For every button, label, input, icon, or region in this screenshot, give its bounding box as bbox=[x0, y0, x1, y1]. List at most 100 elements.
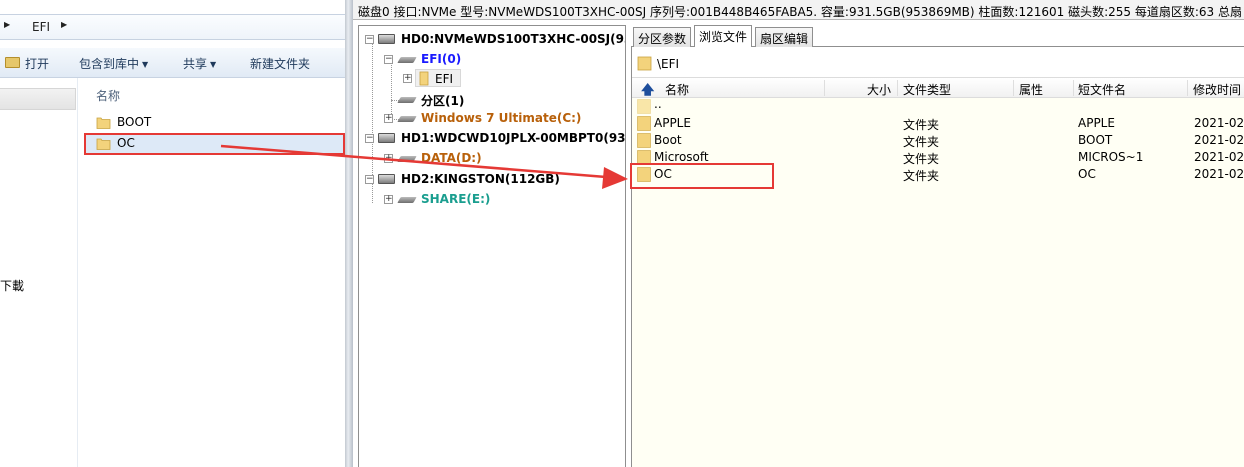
column-separator[interactable] bbox=[897, 80, 898, 96]
file-type: 文件夹 bbox=[903, 152, 940, 166]
file-type: 文件夹 bbox=[903, 118, 940, 132]
file-type: 文件夹 bbox=[903, 135, 940, 149]
path-text: \EFI bbox=[657, 57, 680, 71]
expand-icon[interactable]: + bbox=[403, 74, 412, 83]
new-folder-button[interactable]: 新建文件夹 bbox=[250, 55, 310, 72]
disk-info-bar: 磁盘0 接口:NVMe 型号:NVMeWDS100T3XHC-00SJ 序列号:… bbox=[353, 0, 1244, 20]
column-header-type[interactable]: 文件类型 bbox=[903, 81, 951, 98]
folder-icon bbox=[637, 56, 652, 71]
partition-icon bbox=[397, 197, 417, 203]
file-modified: 2021-02- bbox=[1194, 116, 1244, 130]
file-row-parent[interactable]: .. bbox=[632, 97, 1244, 115]
column-separator[interactable] bbox=[1073, 80, 1074, 96]
file-name: Boot bbox=[654, 133, 682, 147]
expand-icon[interactable]: + bbox=[384, 154, 393, 163]
collapse-icon[interactable]: − bbox=[365, 175, 374, 184]
file-short-name: BOOT bbox=[1078, 133, 1113, 147]
file-row-apple[interactable]: APPLE 文件夹 APPLE 2021-02- bbox=[632, 115, 1244, 132]
caret-down-icon: ▼ bbox=[210, 60, 217, 69]
file-name: .. bbox=[654, 97, 662, 111]
hard-disk-icon bbox=[378, 174, 395, 184]
current-path: \EFI bbox=[632, 51, 1244, 77]
caret-down-icon: ▼ bbox=[142, 60, 149, 69]
file-modified: 2021-02- bbox=[1194, 167, 1244, 181]
folder-icon bbox=[96, 138, 111, 150]
highlight-box-oc bbox=[630, 163, 774, 189]
folder-label: EFI bbox=[435, 72, 454, 86]
partition-icon bbox=[397, 97, 417, 103]
column-separator[interactable] bbox=[1187, 80, 1188, 96]
file-short-name: APPLE bbox=[1078, 116, 1115, 130]
column-header-name[interactable]: 名称 bbox=[96, 87, 120, 104]
file-short-name: MICROS~1 bbox=[1078, 150, 1144, 164]
file-row-boot[interactable]: Boot 文件夹 BOOT 2021-02- bbox=[632, 132, 1244, 149]
nav-item-downloads[interactable]: 下載 bbox=[0, 277, 24, 294]
file-explorer-window: ▶ EFI ▶ 打开 包含到库中 ▼ 共享 ▼ 新建文件夹 下載 名称 BOOT O… bbox=[0, 0, 345, 467]
file-name: OC bbox=[117, 136, 135, 150]
open-button[interactable]: 打开 bbox=[25, 55, 49, 72]
partition-icon bbox=[397, 116, 417, 122]
diskgenius-window: 磁盘0 接口:NVMe 型号:NVMeWDS100T3XHC-00SJ 序列号:… bbox=[353, 0, 1244, 467]
column-header-short-name[interactable]: 短文件名 bbox=[1078, 81, 1126, 98]
file-name: BOOT bbox=[117, 115, 152, 129]
chevron-right-icon[interactable]: ▶ bbox=[4, 20, 10, 29]
file-type: 文件夹 bbox=[903, 169, 940, 183]
disk-label: HD0:NVMeWDS100T3XHC-00SJ(932G bbox=[401, 32, 626, 46]
include-in-library-button[interactable]: 包含到库中 ▼ bbox=[79, 55, 148, 72]
column-header-modified[interactable]: 修改时间 bbox=[1193, 81, 1241, 98]
include-in-library-label: 包含到库中 bbox=[79, 57, 140, 71]
collapse-icon[interactable]: − bbox=[384, 55, 393, 64]
tab-strip: 分区参数 浏览文件 扇区编辑 bbox=[631, 25, 1244, 48]
partition-label: DATA(D:) bbox=[421, 151, 482, 165]
folder-icon bbox=[637, 116, 651, 131]
file-name: Microsoft bbox=[654, 150, 709, 164]
disk-label: HD1:WDCWD10JPLX-00MBPT0(932G bbox=[401, 131, 626, 145]
partition-label: Windows 7 Ultimate(C:) bbox=[421, 111, 582, 125]
tab-sector-edit[interactable]: 扇区编辑 bbox=[755, 27, 814, 47]
file-modified: 2021-02- bbox=[1194, 133, 1244, 147]
partition-label: EFI(0) bbox=[421, 52, 462, 66]
command-bar: 打开 包含到库中 ▼ 共享 ▼ 新建文件夹 bbox=[0, 48, 345, 78]
column-header-name[interactable]: 名称 bbox=[665, 81, 689, 98]
folder-open-icon bbox=[5, 57, 20, 68]
column-separator[interactable] bbox=[1013, 80, 1014, 96]
column-header-size[interactable]: 大小 bbox=[867, 81, 891, 98]
file-list-pane: \EFI 🡅 名称 大小 文件类型 属性 短文件名 修改时间 .. APPLE bbox=[631, 47, 1244, 467]
tab-partition-params[interactable]: 分区参数 bbox=[633, 27, 692, 47]
file-name: APPLE bbox=[654, 116, 691, 130]
navigation-pane[interactable]: 下載 bbox=[0, 78, 78, 467]
file-modified: 2021-02- bbox=[1194, 150, 1244, 164]
tab-browse-files[interactable]: 浏览文件 bbox=[694, 25, 753, 48]
folder-icon bbox=[419, 71, 429, 86]
file-short-name: OC bbox=[1078, 167, 1096, 181]
address-bar[interactable]: ▶ EFI ▶ bbox=[0, 14, 345, 40]
breadcrumb-efi[interactable]: EFI bbox=[32, 20, 50, 34]
expand-icon[interactable]: + bbox=[384, 114, 393, 123]
list-item-boot[interactable]: BOOT bbox=[84, 112, 345, 134]
partition-label: 分区(1) bbox=[421, 94, 465, 108]
window-divider bbox=[345, 0, 353, 467]
partition-label: SHARE(E:) bbox=[421, 192, 491, 206]
partition-icon bbox=[397, 57, 417, 63]
chevron-right-icon[interactable]: ▶ bbox=[61, 20, 67, 29]
expand-icon[interactable]: + bbox=[384, 195, 393, 204]
column-separator[interactable] bbox=[824, 80, 825, 96]
address-box[interactable] bbox=[0, 14, 345, 40]
column-header-attr[interactable]: 属性 bbox=[1019, 81, 1043, 98]
folder-icon bbox=[637, 99, 651, 114]
file-list-header: 🡅 名称 大小 文件类型 属性 短文件名 修改时间 bbox=[632, 77, 1244, 98]
hard-disk-icon bbox=[378, 133, 395, 143]
disk-label: HD2:KINGSTON(112GB) bbox=[401, 172, 560, 186]
hard-disk-icon bbox=[378, 34, 395, 44]
folder-icon bbox=[637, 133, 651, 148]
file-list-rows: .. APPLE 文件夹 APPLE 2021-02- Boot 文件夹 BOO… bbox=[632, 97, 1244, 467]
nav-selected-item[interactable] bbox=[0, 88, 76, 110]
list-item-oc[interactable]: OC bbox=[84, 133, 345, 155]
folder-icon bbox=[96, 117, 111, 129]
share-label: 共享 bbox=[183, 57, 208, 71]
share-button[interactable]: 共享 ▼ bbox=[183, 55, 216, 72]
collapse-icon[interactable]: − bbox=[365, 35, 374, 44]
collapse-icon[interactable]: − bbox=[365, 134, 374, 143]
tree-connector bbox=[391, 63, 392, 120]
disk-tree-pane[interactable]: − HD0:NVMeWDS100T3XHC-00SJ(932G − EFI(0)… bbox=[358, 25, 626, 467]
